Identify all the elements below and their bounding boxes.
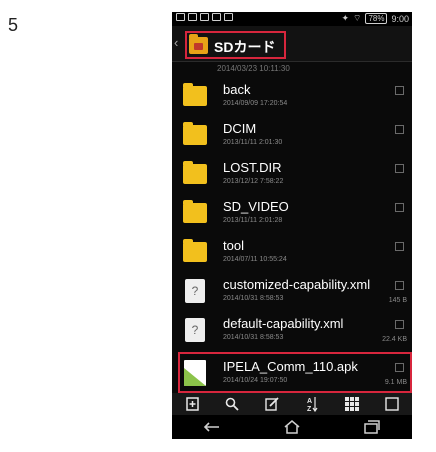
item-name: DCIM [223, 121, 257, 136]
back-arrow-icon [203, 422, 219, 432]
notification-icons [176, 13, 233, 21]
clock: 9:00 [391, 13, 409, 24]
list-item[interactable]: SD_VIDEO 2013/11/11 2:01:28 [172, 193, 412, 232]
item-date: 2014/10/31 8:58:53 [223, 334, 284, 341]
item-name: back [223, 82, 251, 97]
signal-icon: ✦ [341, 13, 349, 23]
apk-highlight-box [178, 352, 412, 393]
item-size: 22.4 KB [382, 336, 407, 343]
file-list: 2014/03/23 10:11:30 back 2014/09/09 17:2… [172, 62, 412, 393]
back-button[interactable] [202, 419, 222, 435]
notification-icon [176, 13, 185, 21]
item-name: SD_VIDEO [223, 199, 289, 214]
list-item[interactable]: tool 2014/07/11 10:55:24 [172, 232, 412, 271]
back-chevron-icon[interactable]: ‹ [174, 35, 178, 50]
search-button[interactable] [224, 396, 240, 412]
list-item[interactable]: back 2014/09/09 17:20:54 [172, 76, 412, 115]
item-date: 2014/07/11 10:55:24 [223, 256, 287, 263]
list-item[interactable]: ? default-capability.xml 2014/10/31 8:58… [172, 310, 412, 349]
wifi-icon: ⌔ [352, 13, 362, 23]
item-date: 2013/11/11 2:01:28 [223, 217, 283, 224]
svg-text:Z: Z [307, 406, 312, 412]
home-button[interactable] [282, 419, 302, 435]
select-checkbox[interactable] [395, 86, 404, 95]
phone-screen: ✦ ⌔ 78% 9:00 ‹ SDカード 2014/03/23 10:11:30… [172, 12, 412, 439]
page-title: SDカード [214, 39, 276, 55]
item-date: 2013/11/11 2:01:30 [223, 139, 283, 146]
folder-icon [183, 239, 207, 262]
grid-icon [345, 397, 359, 411]
notification-icon [200, 13, 209, 21]
list-item[interactable]: LOST.DIR 2013/12/12 7:58:22 [172, 154, 412, 193]
sort-button[interactable]: A Z [304, 396, 320, 412]
cutoff-row-date: 2014/03/23 10:11:30 [217, 64, 290, 73]
list-item[interactable]: ? customized-capability.xml 2014/10/31 8… [172, 271, 412, 310]
notification-icon [188, 13, 197, 21]
new-file-button[interactable] [184, 396, 200, 412]
folder-icon [183, 122, 207, 145]
item-name: customized-capability.xml [223, 277, 371, 292]
edit-icon [265, 397, 279, 411]
recent-apps-icon [364, 420, 380, 434]
folder-icon [183, 161, 207, 184]
status-bar: ✦ ⌔ 78% 9:00 [172, 12, 412, 26]
notification-icon [224, 13, 233, 21]
system-nav-bar [172, 415, 412, 439]
item-name: default-capability.xml [223, 316, 344, 331]
select-checkbox[interactable] [395, 203, 404, 212]
sort-az-icon: A Z [307, 397, 318, 412]
item-name: LOST.DIR [223, 160, 282, 175]
new-file-icon [185, 397, 199, 411]
select-checkbox[interactable] [395, 164, 404, 173]
battery-level: 78% [365, 13, 388, 24]
home-icon [284, 420, 300, 434]
item-date: 2014/09/09 17:20:54 [223, 100, 288, 107]
item-name: tool [223, 238, 244, 253]
folder-app-icon[interactable] [189, 34, 208, 54]
recent-apps-button[interactable] [362, 419, 382, 435]
unknown-file-icon: ? [185, 318, 205, 342]
item-date: 2014/10/31 8:58:53 [223, 295, 284, 302]
item-date: 2013/12/12 7:58:22 [223, 178, 284, 185]
unknown-file-icon: ? [185, 279, 205, 303]
bottom-toolbar: A Z [172, 393, 412, 415]
select-all-icon [385, 397, 399, 411]
edit-button[interactable] [264, 396, 280, 412]
title-bar: ‹ SDカード [172, 26, 412, 62]
item-size: 145 B [388, 297, 407, 304]
select-checkbox[interactable] [395, 242, 404, 251]
search-icon [225, 397, 239, 411]
notification-icon [212, 13, 221, 21]
select-checkbox[interactable] [395, 281, 404, 290]
view-grid-button[interactable] [344, 396, 360, 412]
select-checkbox[interactable] [395, 125, 404, 134]
list-item[interactable]: DCIM 2013/11/11 2:01:30 [172, 115, 412, 154]
svg-text:A: A [307, 398, 312, 405]
select-all-button[interactable] [384, 396, 400, 412]
folder-icon [183, 83, 207, 106]
select-checkbox[interactable] [395, 320, 404, 329]
step-number: 5 [8, 15, 19, 35]
folder-icon [183, 200, 207, 223]
